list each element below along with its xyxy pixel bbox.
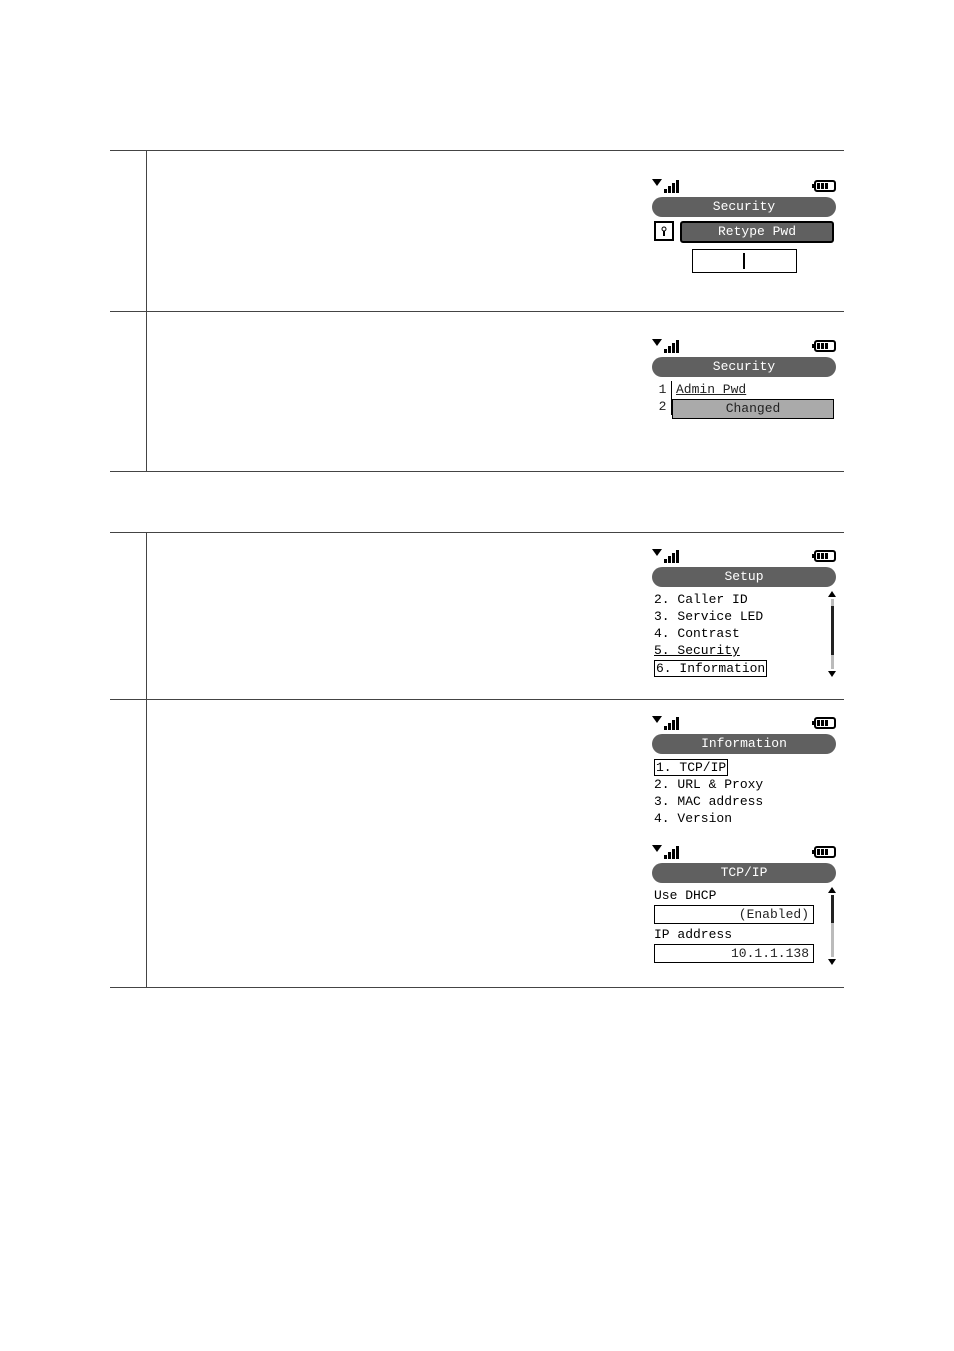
block-security: Security Retype Pwd <box>110 150 844 472</box>
password-input[interactable] <box>692 249 797 273</box>
row-changed: Security 1 2 Admin Pwd Changed <box>110 311 844 471</box>
key-icon <box>654 221 674 241</box>
battery-icon <box>814 717 836 729</box>
battery-icon <box>814 550 836 562</box>
lcd-screen-tcpip: TCP/IP Use DHCP (Enabled) IP address 10.… <box>650 843 838 967</box>
menu-item-information-selected[interactable]: 6. Information <box>654 660 767 677</box>
step-number-cell <box>110 700 147 987</box>
menu-item-mac-address[interactable]: 3. MAC address <box>654 793 834 810</box>
scroll-up-icon[interactable] <box>828 887 836 893</box>
value-ip-address[interactable]: 10.1.1.138 <box>654 944 814 963</box>
signal-icon <box>652 340 679 353</box>
label-use-dhcp: Use DHCP <box>654 887 824 904</box>
step-number-cell <box>110 151 147 311</box>
retype-pwd-button[interactable]: Retype Pwd <box>680 221 834 243</box>
page: Security Retype Pwd <box>0 0 954 988</box>
list-index-1: 1 <box>654 381 672 398</box>
screen-title: Setup <box>652 567 836 587</box>
battery-icon <box>814 180 836 192</box>
value-use-dhcp[interactable]: (Enabled) <box>654 905 814 924</box>
lcd-screen-setup: Setup 2. Caller ID 3. Service LED 4. Con… <box>650 547 838 679</box>
lcd-screen-information: Information 1. TCP/IP 2. URL & Proxy 3. … <box>650 714 838 829</box>
scrollbar[interactable] <box>828 887 836 965</box>
screen-title: Information <box>652 734 836 754</box>
menu-item-service-led[interactable]: 3. Service LED <box>654 608 824 625</box>
block-information: Setup 2. Caller ID 3. Service LED 4. Con… <box>110 532 844 988</box>
menu-item-tcpip-selected[interactable]: 1. TCP/IP <box>654 759 728 776</box>
signal-icon <box>652 846 679 859</box>
menu-item-version[interactable]: 4. Version <box>654 810 834 827</box>
lcd-screen-changed: Security 1 2 Admin Pwd Changed <box>650 337 838 451</box>
row-info-tcpip: Information 1. TCP/IP 2. URL & Proxy 3. … <box>110 699 844 987</box>
screen-title: Security <box>652 357 836 377</box>
screen-title: TCP/IP <box>652 863 836 883</box>
scroll-down-icon[interactable] <box>828 959 836 965</box>
status-bar <box>650 547 838 565</box>
status-bar <box>650 177 838 195</box>
scroll-down-icon[interactable] <box>828 671 836 677</box>
row-setup: Setup 2. Caller ID 3. Service LED 4. Con… <box>110 533 844 699</box>
row-retype-pwd: Security Retype Pwd <box>110 151 844 311</box>
menu-item-admin-pwd[interactable]: Admin Pwd <box>672 381 834 398</box>
status-bar <box>650 843 838 861</box>
menu-item-caller-id[interactable]: 2. Caller ID <box>654 591 824 608</box>
signal-icon <box>652 717 679 730</box>
label-ip-address: IP address <box>654 926 824 943</box>
scrollbar[interactable] <box>828 591 836 677</box>
battery-icon <box>814 340 836 352</box>
status-changed: Changed <box>672 399 834 419</box>
signal-icon <box>652 550 679 563</box>
menu-item-security[interactable]: 5. Security <box>654 642 824 659</box>
menu-item-contrast[interactable]: 4. Contrast <box>654 625 824 642</box>
battery-icon <box>814 846 836 858</box>
text-cursor <box>743 253 745 269</box>
list-index-2: 2 <box>654 398 672 415</box>
scroll-up-icon[interactable] <box>828 591 836 597</box>
status-bar <box>650 714 838 732</box>
menu-item-url-proxy[interactable]: 2. URL & Proxy <box>654 776 834 793</box>
lcd-screen-retype: Security Retype Pwd <box>650 177 838 291</box>
step-number-cell <box>110 312 147 471</box>
screen-title: Security <box>652 197 836 217</box>
status-bar <box>650 337 838 355</box>
step-number-cell <box>110 533 147 699</box>
signal-icon <box>652 180 679 193</box>
